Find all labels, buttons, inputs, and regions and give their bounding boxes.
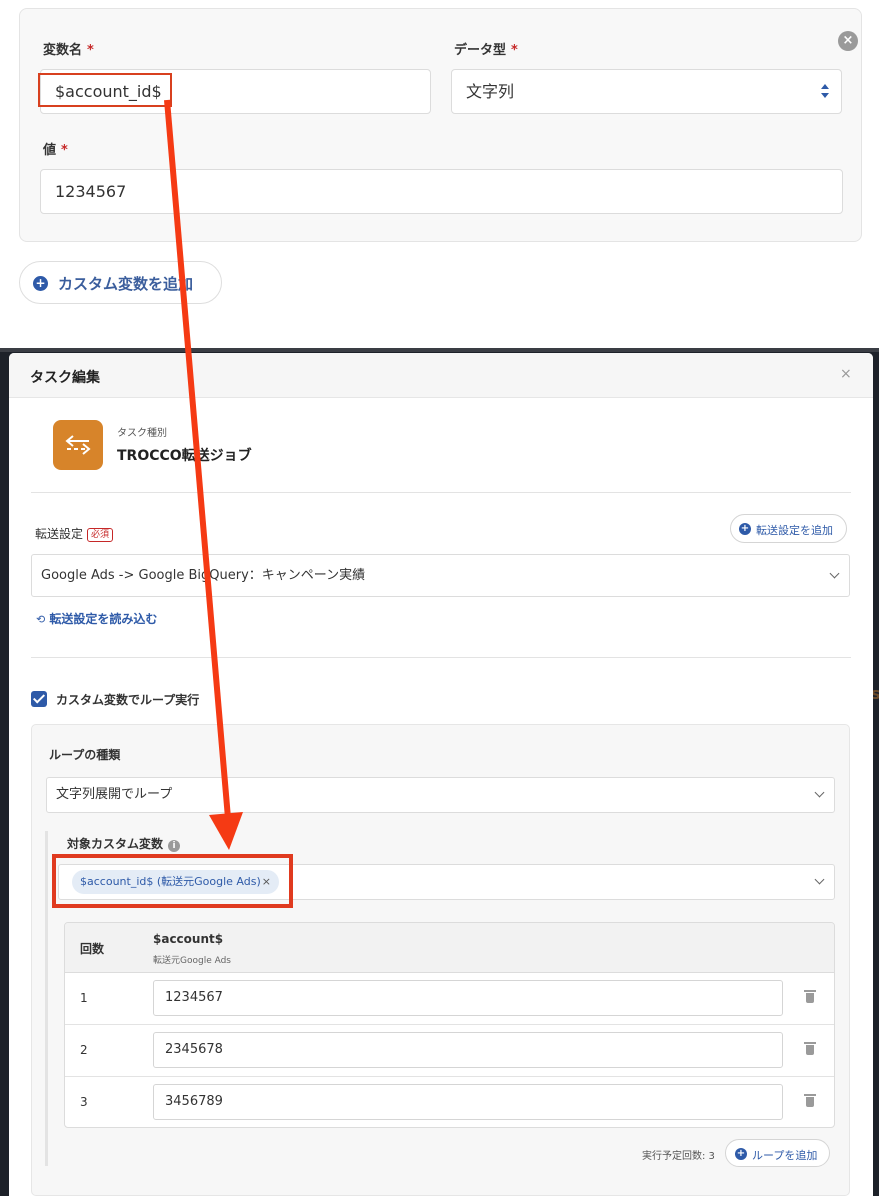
close-icon[interactable]: × xyxy=(840,366,852,382)
row-value-input[interactable]: 2345678 xyxy=(153,1032,783,1068)
add-loop-button[interactable]: + ループを追加 xyxy=(725,1139,830,1167)
data-type-label: データ型 * xyxy=(454,43,518,58)
column-header-count: 回数 xyxy=(80,942,105,956)
add-transfer-setting-button[interactable]: + 転送設定を追加 xyxy=(730,514,847,543)
table-header: 回数 $account$ 転送元Google Ads xyxy=(65,923,834,973)
divider xyxy=(31,657,851,658)
chevron-down-icon xyxy=(814,787,825,798)
target-variable-label: 対象カスタム変数 i xyxy=(67,835,181,852)
row-value-input[interactable]: 1234567 xyxy=(153,980,783,1016)
modal-title: タスク編集 xyxy=(30,370,100,386)
trash-icon[interactable] xyxy=(804,989,818,1005)
row-number: 2 xyxy=(80,1043,88,1057)
add-loop-label: ループを追加 xyxy=(752,1149,818,1162)
task-type-label: タスク種別 xyxy=(117,428,167,439)
trash-icon[interactable] xyxy=(804,1093,818,1109)
select-arrows-icon xyxy=(820,82,830,102)
row-number: 1 xyxy=(80,991,88,1005)
task-edit-modal: タスク編集 × タスク種別 TROCCO転送ジョブ 転送設定 必須 + 転送設定を… xyxy=(9,353,873,1196)
table-row: 3 3456789 xyxy=(65,1077,834,1127)
variable-name-label: 変数名 * xyxy=(43,43,94,58)
add-custom-variable-button[interactable]: + カスタム変数を追加 xyxy=(19,261,222,304)
transfer-job-icon xyxy=(53,420,103,470)
transfer-setting-select[interactable]: Google Ads -> Google BigQuery：キャンペーン実績 xyxy=(31,554,850,597)
loop-checkbox[interactable] xyxy=(31,691,47,707)
column-header-variable: $account$ xyxy=(153,932,224,946)
custom-variable-card: × 変数名 * $account_id$ データ型 * 文字列 値 * 1234567 xyxy=(19,8,862,242)
section-rule xyxy=(45,831,48,1166)
plus-circle-icon: + xyxy=(739,523,751,535)
refresh-icon: ⟲ xyxy=(36,613,46,626)
required-badge: 必須 xyxy=(87,528,114,542)
loop-type-select[interactable]: 文字列展開でループ xyxy=(46,777,835,813)
row-number: 3 xyxy=(80,1095,88,1109)
highlight-box xyxy=(38,73,172,107)
value-label: 値 * xyxy=(43,143,68,158)
scheduled-run-count: 実行予定回数: 3 xyxy=(642,1151,715,1162)
value-input[interactable]: 1234567 xyxy=(40,169,843,214)
chevron-down-icon xyxy=(829,568,840,579)
loop-type-label: ループの種類 xyxy=(49,748,121,762)
divider xyxy=(31,492,851,493)
loop-values-table: 回数 $account$ 転送元Google Ads 1 1234567 2 2… xyxy=(64,922,835,1128)
trash-icon[interactable] xyxy=(804,1041,818,1057)
modal-header: タスク編集 × xyxy=(9,353,873,398)
add-custom-variable-label: カスタム変数を追加 xyxy=(58,275,194,293)
plus-circle-icon: + xyxy=(735,1148,747,1160)
add-transfer-setting-label: 転送設定を追加 xyxy=(756,524,833,537)
close-circle-icon[interactable]: × xyxy=(838,31,858,51)
loop-checkbox-label: カスタム変数でループ実行 xyxy=(56,693,200,707)
table-row: 1 1234567 xyxy=(65,973,834,1025)
data-type-select[interactable]: 文字列 xyxy=(451,69,842,114)
task-type-value: TROCCO転送ジョブ xyxy=(117,448,252,464)
row-value-input[interactable]: 3456789 xyxy=(153,1084,783,1120)
custom-variable-section: × 変数名 * $account_id$ データ型 * 文字列 値 * 1234567… xyxy=(0,0,879,348)
backdrop-edge xyxy=(0,348,879,352)
reload-transfer-settings-link[interactable]: ⟲ 転送設定を読み込む xyxy=(36,610,157,627)
column-header-subtitle: 転送元Google Ads xyxy=(153,956,231,966)
plus-circle-icon: + xyxy=(33,276,48,291)
highlight-box xyxy=(52,854,293,908)
chevron-down-icon xyxy=(814,874,825,885)
info-icon[interactable]: i xyxy=(168,840,181,852)
table-row: 2 2345678 xyxy=(65,1025,834,1077)
transfer-setting-label: 転送設定 必須 xyxy=(35,525,114,542)
